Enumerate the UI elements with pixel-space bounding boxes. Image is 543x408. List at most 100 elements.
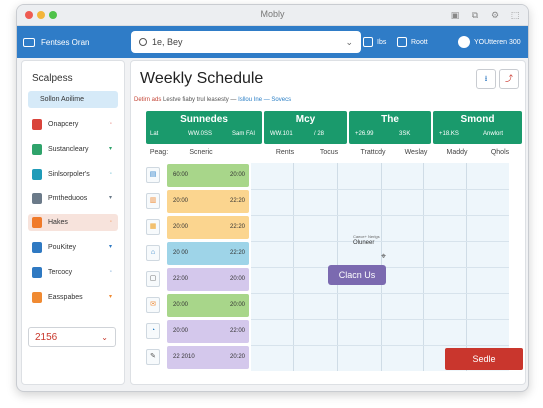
sidebar-item[interactable]: Sinlsorpoler's ◦ <box>28 166 118 183</box>
day-column-header[interactable]: Smond +18.KS Anwlort <box>433 111 522 144</box>
year-select[interactable]: 2156 ⌄ <box>28 327 116 347</box>
slot-end: 22:20 <box>229 250 245 256</box>
slot-end: 20:20 <box>229 354 245 360</box>
title-bar: Mobly ▣ ⧉ ⚙ ⬚ <box>17 5 528 26</box>
grid-row-divider <box>251 319 509 320</box>
chevron-down-icon: ▾ <box>108 146 112 152</box>
slot-start: 20:00 <box>173 302 189 308</box>
slot-start: 60:00 <box>173 172 189 178</box>
day-title: Mcy <box>295 114 316 125</box>
sidebar-item[interactable]: PouKitey ▾ <box>28 239 118 256</box>
time-slot[interactable]: 20:00 22:00 <box>167 320 249 343</box>
day-column-header[interactable]: Mcy WW.101 / 28 <box>264 111 347 144</box>
app-menu-button[interactable]: Fentses Oran <box>23 34 89 50</box>
time-slot[interactable]: 22 2010 20:20 <box>167 346 249 369</box>
clean-up-button[interactable]: Clacn Us <box>328 265 386 285</box>
mail-icon[interactable]: ✉ <box>146 297 160 313</box>
day-column-header[interactable]: The +26.99 3SK <box>349 111 431 144</box>
save-button[interactable]: Sedle <box>445 348 523 370</box>
home-icon[interactable]: ⌂ <box>146 245 160 261</box>
day-column-header[interactable]: Sunnedes Lat WW.0SS Sam FAI <box>146 111 262 144</box>
export-icon[interactable]: ⤴ <box>499 69 519 89</box>
chat-icon[interactable]: ▢ <box>146 271 160 287</box>
document-icon[interactable]: ▥ <box>146 193 160 209</box>
subtitle-link[interactable]: Isllou Ine — Sovecs <box>238 97 291 103</box>
slot-end: 22:20 <box>229 198 245 204</box>
slot-end: 20:00 <box>229 302 245 308</box>
slot-start: 20 00 <box>173 250 189 256</box>
day-subtitle: WW.0SS <box>188 131 213 137</box>
time-slot[interactable]: 20:00 22:20 <box>167 216 249 239</box>
sidebar-item-label: Hakes <box>48 219 68 226</box>
slot-end: 22:20 <box>229 224 245 230</box>
avatar <box>458 36 470 48</box>
subtitle-red[interactable]: Detirn ads <box>134 97 161 103</box>
sidebar-item-label: PouKitey <box>48 244 77 251</box>
time-slot[interactable]: 20:00 20:00 <box>167 294 249 317</box>
day-subtitle: Sam FAI <box>232 131 256 137</box>
camera-icon[interactable]: ▣ <box>450 10 460 20</box>
column-subheader: Qhols <box>490 149 510 156</box>
time-slot[interactable]: 20:00 22:20 <box>167 190 249 213</box>
slot-start: 20:00 <box>173 328 189 334</box>
blue-square-icon <box>32 242 42 253</box>
report-button[interactable]: Roott <box>397 34 428 50</box>
copy-icon[interactable]: ⧉ <box>470 10 480 20</box>
toolbar: Fentses Oran 1e, Bey ⌄ Ibs Roott YOUtter… <box>17 26 528 58</box>
clipboard-icon[interactable]: ▦ <box>146 219 160 235</box>
sidebar: Scalpess Sollon Aoilime Onapcery ◦ Sustanc… <box>21 60 125 385</box>
time-slot[interactable]: 60:00 20:00 <box>167 164 249 187</box>
chevron-down-icon: ◦ <box>109 171 112 177</box>
sidebar-item[interactable]: Hakes ◦ <box>28 214 118 231</box>
sidebar-item[interactable]: Sustancleary ▾ <box>28 141 118 158</box>
app-menu-label: Fentses Oran <box>41 37 90 47</box>
day-subtitle: +26.99 <box>355 131 374 137</box>
slot-end: 20:00 <box>229 276 245 282</box>
sidebar-item-label: Pmtheduoos <box>48 195 88 202</box>
chevron-down-icon: ⌄ <box>101 333 108 342</box>
edit-icon[interactable]: ✎ <box>146 349 160 365</box>
people-label: Ibs <box>377 38 387 46</box>
tooltip-caption: Caece+ Nerlgs <box>353 234 380 239</box>
grid-row-divider <box>251 215 509 216</box>
orange-square-icon <box>32 217 42 228</box>
people-button[interactable]: Ibs <box>363 34 386 50</box>
day-subtitle: 3SK <box>399 131 411 137</box>
chevron-down-icon: ▾ <box>108 195 112 201</box>
orange-square-icon <box>32 292 42 303</box>
slot-start: 22 2010 <box>173 354 195 360</box>
report-icon <box>397 37 407 47</box>
time-slot[interactable]: 20 00 22:20 <box>167 242 249 265</box>
schedule-panel: Weekly Schedule ⭳ ⤴ Detirn ads Lestve fi… <box>130 60 526 385</box>
sidebar-item-label: Onapcery <box>48 121 79 128</box>
day-subtitle: / 28 <box>314 131 325 137</box>
chevron-down-icon: ◦ <box>109 219 112 225</box>
chevron-down-icon: ▾ <box>108 244 112 250</box>
day-subtitle: Anwlort <box>483 131 504 137</box>
teal-square-icon <box>32 169 42 180</box>
day-title: Smond <box>460 114 495 125</box>
sidebar-item[interactable]: Pmtheduoos ▾ <box>28 190 118 207</box>
sidebar-item[interactable]: Onapcery ◦ <box>28 116 118 133</box>
day-title: The <box>381 114 399 125</box>
window-menu-icon[interactable]: ⬚ <box>510 10 520 20</box>
time-slot[interactable]: 22:00 20:00 <box>167 268 249 291</box>
page-title: Weekly Schedule <box>140 70 264 87</box>
app-window: Mobly ▣ ⧉ ⚙ ⬚ Fentses Oran 1e, Bey ⌄ Ibs… <box>16 4 529 392</box>
subtitle: Detirn ads Lestve fiaby trul leasesty — … <box>134 97 291 103</box>
sidebar-item[interactable]: Easspabes ▾ <box>28 289 118 306</box>
clock-icon[interactable]: ◔ <box>146 323 160 339</box>
sidebar-active-item[interactable]: Sollon Aoilime <box>28 91 118 108</box>
chevron-down-icon: ▾ <box>108 294 112 300</box>
green-square-icon <box>32 144 42 155</box>
search-input[interactable]: 1e, Bey ⌄ <box>131 31 361 53</box>
user-label: YOUtteren 300 <box>474 38 521 46</box>
settings-icon[interactable]: ⚙ <box>490 10 500 20</box>
user-menu[interactable]: YOUtteren 300 <box>458 34 521 50</box>
sidebar-item[interactable]: Tercocy ◦ <box>28 264 118 281</box>
search-value: 1e, Bey <box>152 37 183 47</box>
chevron-down-icon[interactable]: ⌄ <box>345 37 353 48</box>
red-square-icon <box>32 119 42 130</box>
download-icon[interactable]: ⭳ <box>476 69 496 89</box>
chart-icon[interactable]: ▤ <box>146 167 160 183</box>
